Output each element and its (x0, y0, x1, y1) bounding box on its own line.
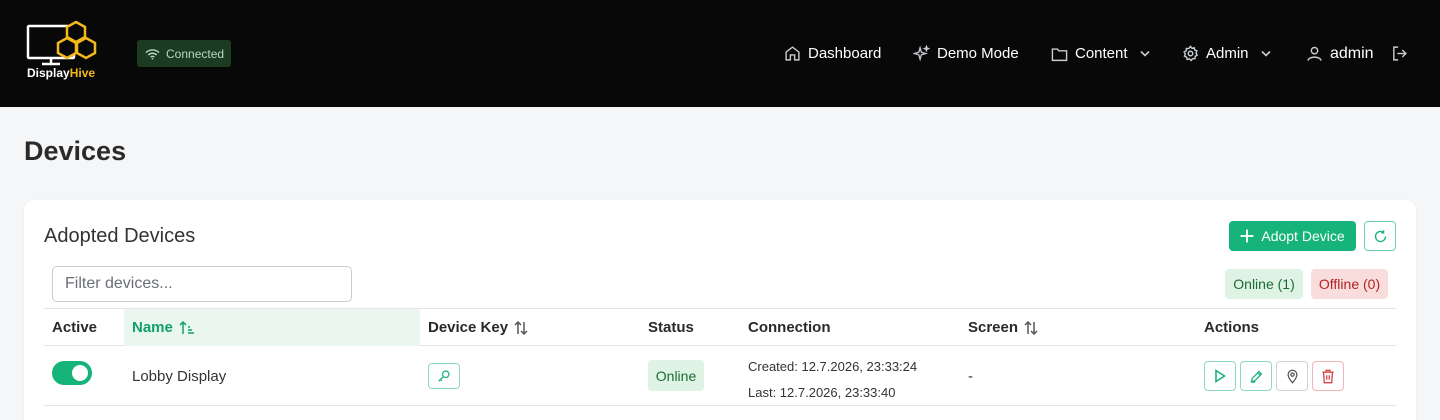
column-header-active-label: Active (52, 319, 98, 336)
nav-dashboard[interactable]: Dashboard (784, 0, 881, 107)
column-header-screen-label: Screen (968, 319, 1019, 336)
active-toggle[interactable] (52, 361, 92, 385)
nav-demo-mode[interactable]: Demo Mode (913, 0, 1019, 107)
chevron-down-icon (1260, 50, 1271, 57)
column-header-name[interactable]: Name (124, 309, 420, 346)
logo-wordmark: DisplayHive (27, 66, 95, 80)
table-row: Lobby Display Online Created: 12.7.2026,… (44, 346, 1396, 406)
nav-admin-label: Admin (1206, 45, 1249, 62)
logout-button[interactable] (1391, 0, 1408, 107)
offline-count-badge[interactable]: Offline (0) (1311, 269, 1388, 299)
column-header-connection: Connection (748, 309, 831, 346)
nav-user-menu[interactable]: admin (1306, 0, 1374, 107)
pencil-icon (1250, 370, 1262, 383)
devices-table: Active Name Device Key Status Connection… (44, 308, 1396, 406)
adopt-device-button[interactable]: Adopt Device (1229, 221, 1356, 251)
connection-created: Created: 12.7.2026, 23:33:24 (748, 359, 918, 374)
status-badge: Online (648, 360, 704, 391)
plus-icon (1240, 229, 1254, 243)
column-header-status: Status (648, 309, 694, 346)
connection-status-badge: Connected (137, 40, 231, 67)
gear-icon (1183, 45, 1199, 62)
nav-admin-dropdown[interactable]: Admin (1182, 0, 1271, 107)
home-icon (785, 46, 800, 61)
connection-info: Created: 12.7.2026, 23:33:24 Last: 12.7.… (748, 354, 917, 406)
column-header-actions-label: Actions (1204, 319, 1260, 336)
play-button[interactable] (1204, 361, 1236, 391)
column-header-name-label: Name (132, 319, 173, 336)
nav-content-dropdown[interactable]: Content (1051, 0, 1150, 107)
device-key-button[interactable] (428, 363, 460, 389)
sparkles-icon (913, 45, 930, 62)
refresh-button[interactable] (1364, 221, 1396, 251)
column-header-device-key-label: Device Key (428, 319, 509, 336)
device-name: Lobby Display (132, 367, 227, 385)
connection-status-text: Connected (166, 46, 225, 61)
connection-last: Last: 12.7.2026, 23:33:40 (748, 385, 896, 400)
filter-devices-input[interactable] (52, 266, 352, 302)
wifi-icon (145, 48, 160, 60)
nav-user-label: admin (1330, 44, 1374, 62)
user-icon (1307, 46, 1322, 61)
sort-icon (514, 320, 528, 335)
sort-icon (1024, 320, 1038, 335)
nav-content-label: Content (1075, 45, 1128, 62)
column-header-actions: Actions (1204, 309, 1259, 346)
logo-text-hive: Hive (69, 66, 96, 80)
key-search-icon (438, 370, 450, 382)
delete-button[interactable] (1312, 361, 1344, 391)
folder-icon (1051, 47, 1068, 61)
screen-value: - (968, 367, 973, 385)
column-header-active: Active (52, 309, 97, 346)
card-title: Adopted Devices (44, 225, 196, 247)
column-header-screen[interactable]: Screen (968, 309, 1038, 346)
column-header-device-key[interactable]: Device Key (428, 309, 528, 346)
logo-text-display: Display (27, 66, 70, 80)
edit-button[interactable] (1240, 361, 1272, 391)
nav-dashboard-label: Dashboard (808, 45, 882, 62)
map-pin-icon (1286, 369, 1298, 384)
adopt-device-label: Adopt Device (1261, 228, 1345, 244)
trash-icon (1322, 369, 1334, 383)
top-navigation-bar: DisplayHive Connected Dashboard Demo Mod… (0, 0, 1440, 107)
column-header-connection-label: Connection (748, 319, 831, 336)
nav-demo-mode-label: Demo Mode (937, 45, 1019, 62)
play-icon (1215, 369, 1226, 383)
locate-button[interactable] (1276, 361, 1308, 391)
adopted-devices-card: Adopted Devices Adopt Device Online (1) … (24, 200, 1416, 420)
table-header: Active Name Device Key Status Connection… (44, 308, 1396, 346)
refresh-icon (1374, 229, 1386, 242)
page-title: Devices (24, 136, 127, 166)
logout-icon (1393, 46, 1407, 61)
column-header-status-label: Status (648, 319, 694, 336)
sort-ascending-icon (179, 320, 194, 334)
chevron-down-icon (1139, 50, 1150, 57)
online-count-badge[interactable]: Online (1) (1225, 269, 1303, 299)
